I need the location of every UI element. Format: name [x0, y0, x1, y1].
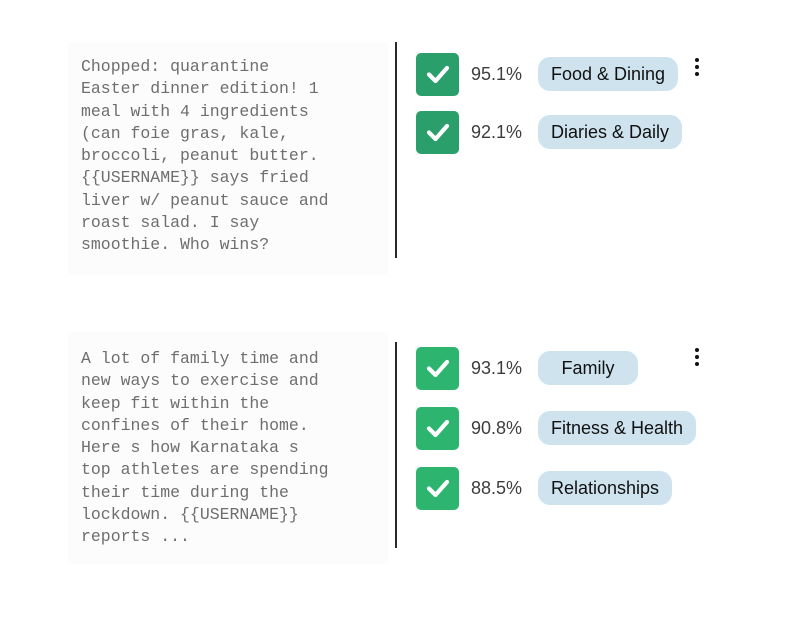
category-label: Relationships — [538, 471, 673, 505]
label-row: 90.8% Fitness & Health — [416, 406, 697, 450]
divider — [395, 342, 397, 548]
confidence-score: 93.1% — [471, 357, 523, 378]
check-icon[interactable] — [416, 52, 459, 96]
confidence-score: 90.8% — [471, 417, 523, 438]
more-vertical-icon[interactable] — [686, 342, 708, 372]
more-vertical-icon[interactable] — [686, 52, 708, 82]
post-text: A lot of family time and new ways to exe… — [81, 349, 329, 547]
post-card-1: Chopped: quarantine Easter dinner editio… — [0, 0, 800, 300]
label-row: 92.1% Diaries & Daily — [416, 110, 683, 154]
post-text: Chopped: quarantine Easter dinner editio… — [81, 57, 329, 255]
check-icon[interactable] — [416, 406, 459, 450]
confidence-score: 92.1% — [471, 121, 523, 142]
category-label: Diaries & Daily — [538, 115, 683, 149]
check-icon[interactable] — [416, 110, 459, 154]
label-row: 88.5% Relationships — [416, 466, 673, 510]
category-label: Fitness & Health — [538, 411, 697, 445]
confidence-score: 95.1% — [471, 63, 523, 84]
label-row: 93.1% Family — [416, 346, 638, 390]
divider — [395, 42, 397, 258]
confidence-score: 88.5% — [471, 477, 523, 498]
label-row: 95.1% Food & Dining — [416, 52, 679, 96]
category-label: Family — [538, 351, 638, 385]
category-label: Food & Dining — [538, 57, 679, 91]
check-icon[interactable] — [416, 346, 459, 390]
post-text-panel: Chopped: quarantine Easter dinner editio… — [68, 42, 388, 274]
post-card-2: A lot of family time and new ways to exe… — [0, 320, 800, 620]
check-icon[interactable] — [416, 466, 459, 510]
post-text-panel: A lot of family time and new ways to exe… — [68, 332, 388, 564]
